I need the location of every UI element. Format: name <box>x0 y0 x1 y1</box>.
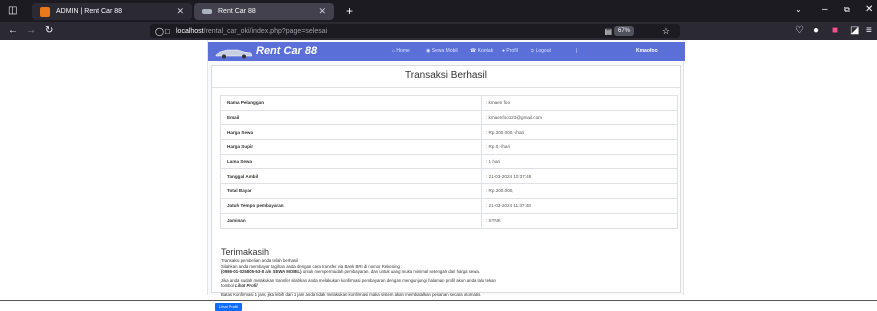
row-value: : kmaenfoo123@gmail.com <box>481 110 677 125</box>
row-label: Harga Supir <box>227 144 254 150</box>
thanks-text: tombol <box>221 283 236 289</box>
row-value: : kmaen foo <box>481 96 677 110</box>
row-label: Tanggal Ambil <box>227 173 259 179</box>
row-value: : 1 hari <box>481 154 677 169</box>
nav-home[interactable]: ⌂ Home <box>392 48 410 54</box>
thanks-line: Batas Konfirmasi 1 jam, jika lebih dari … <box>221 291 482 297</box>
table-row: Harga Supir : Rp.0,-/hari <box>221 140 677 155</box>
tab-admin[interactable]: ADMIN | Rent Car 88 ✕ <box>32 3 192 20</box>
close-icon[interactable]: ✕ <box>176 6 184 17</box>
close-icon[interactable]: ✕ <box>318 6 326 17</box>
divider <box>212 87 680 88</box>
app-navbar: Rent Car 88 ⌂ Home ◉ Sewa Mobil ☎ Kontak… <box>208 42 685 61</box>
table-row: Lama Sewa : 1 hari <box>221 154 677 170</box>
bank-account: (0986-01-025805-53-8 a/n SEWA MOBIL) <box>221 269 302 275</box>
table-row: Nama Pelanggan : kmaen foo <box>221 96 677 111</box>
forward-icon[interactable]: → <box>26 26 36 36</box>
thanks-line: (0986-01-025805-53-8 a/n SEWA MOBIL) unt… <box>221 269 671 275</box>
close-window-icon[interactable]: ✕ <box>865 5 873 15</box>
nav-label: Logout <box>535 48 551 54</box>
thanks-line: tombol Lihat Profil <box>221 283 671 289</box>
browser-tab-bar: ◫ ADMIN | Rent Car 88 ✕ Rent Car 88 ✕ + … <box>0 0 877 22</box>
table-row: Total Bayar : Rp.200.000, <box>221 184 677 199</box>
firefox-view-icon[interactable]: ◫ <box>8 6 17 16</box>
car-favicon-icon <box>202 9 212 14</box>
table-row: Email : kmaenfoo123@gmail.com <box>221 110 677 126</box>
pocket-icon[interactable]: ♡ <box>795 26 804 36</box>
brand-name[interactable]: Rent Car 88 <box>256 45 317 57</box>
url-path: /rental_car_oki/index.php?page=selesai <box>203 27 328 35</box>
page-title: Transaksi Berhasil <box>405 70 487 81</box>
page-icon[interactable]: □ <box>165 27 170 36</box>
view-profile-button[interactable]: Lihat Profil <box>215 303 242 311</box>
nav-label: Kontak <box>477 48 494 54</box>
reload-icon[interactable]: ↻ <box>45 26 53 36</box>
nav-divider: | <box>576 48 578 54</box>
table-row: Jatuh Tempo pembayaran : 21-03-2024 11:37… <box>221 198 677 214</box>
row-label: Lama Sewa <box>227 159 253 165</box>
extension-icon[interactable]: ■ <box>832 26 838 36</box>
menu-icon[interactable]: ≡ <box>866 26 872 36</box>
row-label: Nama Pelanggan <box>227 100 265 106</box>
tab-label: ADMIN | Rent Car 88 <box>56 8 123 15</box>
row-value: : Rp.200.000,-/hari <box>481 125 677 140</box>
url-host: localhost <box>176 27 204 35</box>
row-label: Harga Sewa <box>227 129 254 135</box>
tab-list-icon[interactable]: ⌄ <box>795 6 802 14</box>
nav-label: Home <box>396 48 410 54</box>
reader-view-icon[interactable]: ▤ <box>604 27 612 36</box>
extensions-puzzle-icon[interactable]: ◪ <box>850 26 859 36</box>
row-value: : Rp.0,-/hari <box>481 140 677 154</box>
table-row: Tanggal Ambil : 21-03-2024 10:37:48 <box>221 169 677 185</box>
thanks-heading: Terimakasih <box>221 247 270 257</box>
nav-user[interactable]: Kmaofoo <box>636 48 658 54</box>
table-row: Jaminan : STNK <box>221 213 677 229</box>
nav-logout[interactable]: ➲ Logout <box>530 48 551 54</box>
page-bottom-line <box>0 300 877 301</box>
nav-kontak[interactable]: ☎ Kontak <box>470 48 493 54</box>
profile-hint: Lihat Profil <box>235 283 258 289</box>
shield-icon[interactable]: ◯ <box>155 27 164 36</box>
row-value: : 21-03-2024 10:37:48 <box>481 169 677 184</box>
nav-sewa-mobil[interactable]: ◉ Sewa Mobil <box>426 48 458 54</box>
row-label: Email <box>227 115 240 121</box>
thanks-text: untuk mempermudah pembayaran, dan untuk … <box>301 269 480 275</box>
thanks-section: Terimakasih Transaksi pembelian anda tel… <box>221 247 671 298</box>
transaction-table: Nama Pelanggan : kmaen foo Email : kmaenfo… <box>220 95 678 230</box>
restore-icon[interactable]: ⧉ <box>844 6 850 14</box>
table-row: Harga Sewa : Rp.200.000,-/hari <box>221 125 677 141</box>
row-value: : 21-03-2024 11:37:48 <box>481 198 677 213</box>
url-bar[interactable]: ◯ □ localhost/rental_car_oki/index.php?p… <box>150 24 680 38</box>
bookmark-star-icon[interactable]: ☆ <box>662 26 670 37</box>
zoom-level[interactable]: 67% <box>613 26 634 36</box>
row-label: Jaminan <box>227 218 246 224</box>
car-logo-icon <box>215 49 253 59</box>
back-icon[interactable]: ← <box>8 26 18 36</box>
admin-favicon-icon <box>40 6 50 17</box>
row-label: Total Bayar <box>227 188 252 194</box>
nav-label: Sewa Mobil <box>431 48 458 54</box>
tab-rent-car[interactable]: Rent Car 88 ✕ <box>194 3 334 20</box>
account-icon[interactable]: ● <box>813 26 819 36</box>
browser-nav-bar: ← → ↻ ◯ □ localhost/rental_car_oki/index… <box>0 22 877 40</box>
row-value: : STNK <box>481 213 677 229</box>
minimize-icon[interactable]: – <box>822 5 828 15</box>
nav-profil[interactable]: ● Profil <box>502 48 518 54</box>
nav-label: Profil <box>506 48 518 54</box>
transaction-card: Transaksi Berhasil Nama Pelanggan : kmaen… <box>211 65 681 297</box>
row-label: Jatuh Tempo pembayaran <box>227 203 284 209</box>
page-container: Rent Car 88 ⌂ Home ◉ Sewa Mobil ☎ Kontak… <box>207 40 685 311</box>
tab-label: Rent Car 88 <box>218 8 256 15</box>
row-value: : Rp.200.000, <box>481 184 677 198</box>
new-tab-icon[interactable]: + <box>346 5 353 17</box>
